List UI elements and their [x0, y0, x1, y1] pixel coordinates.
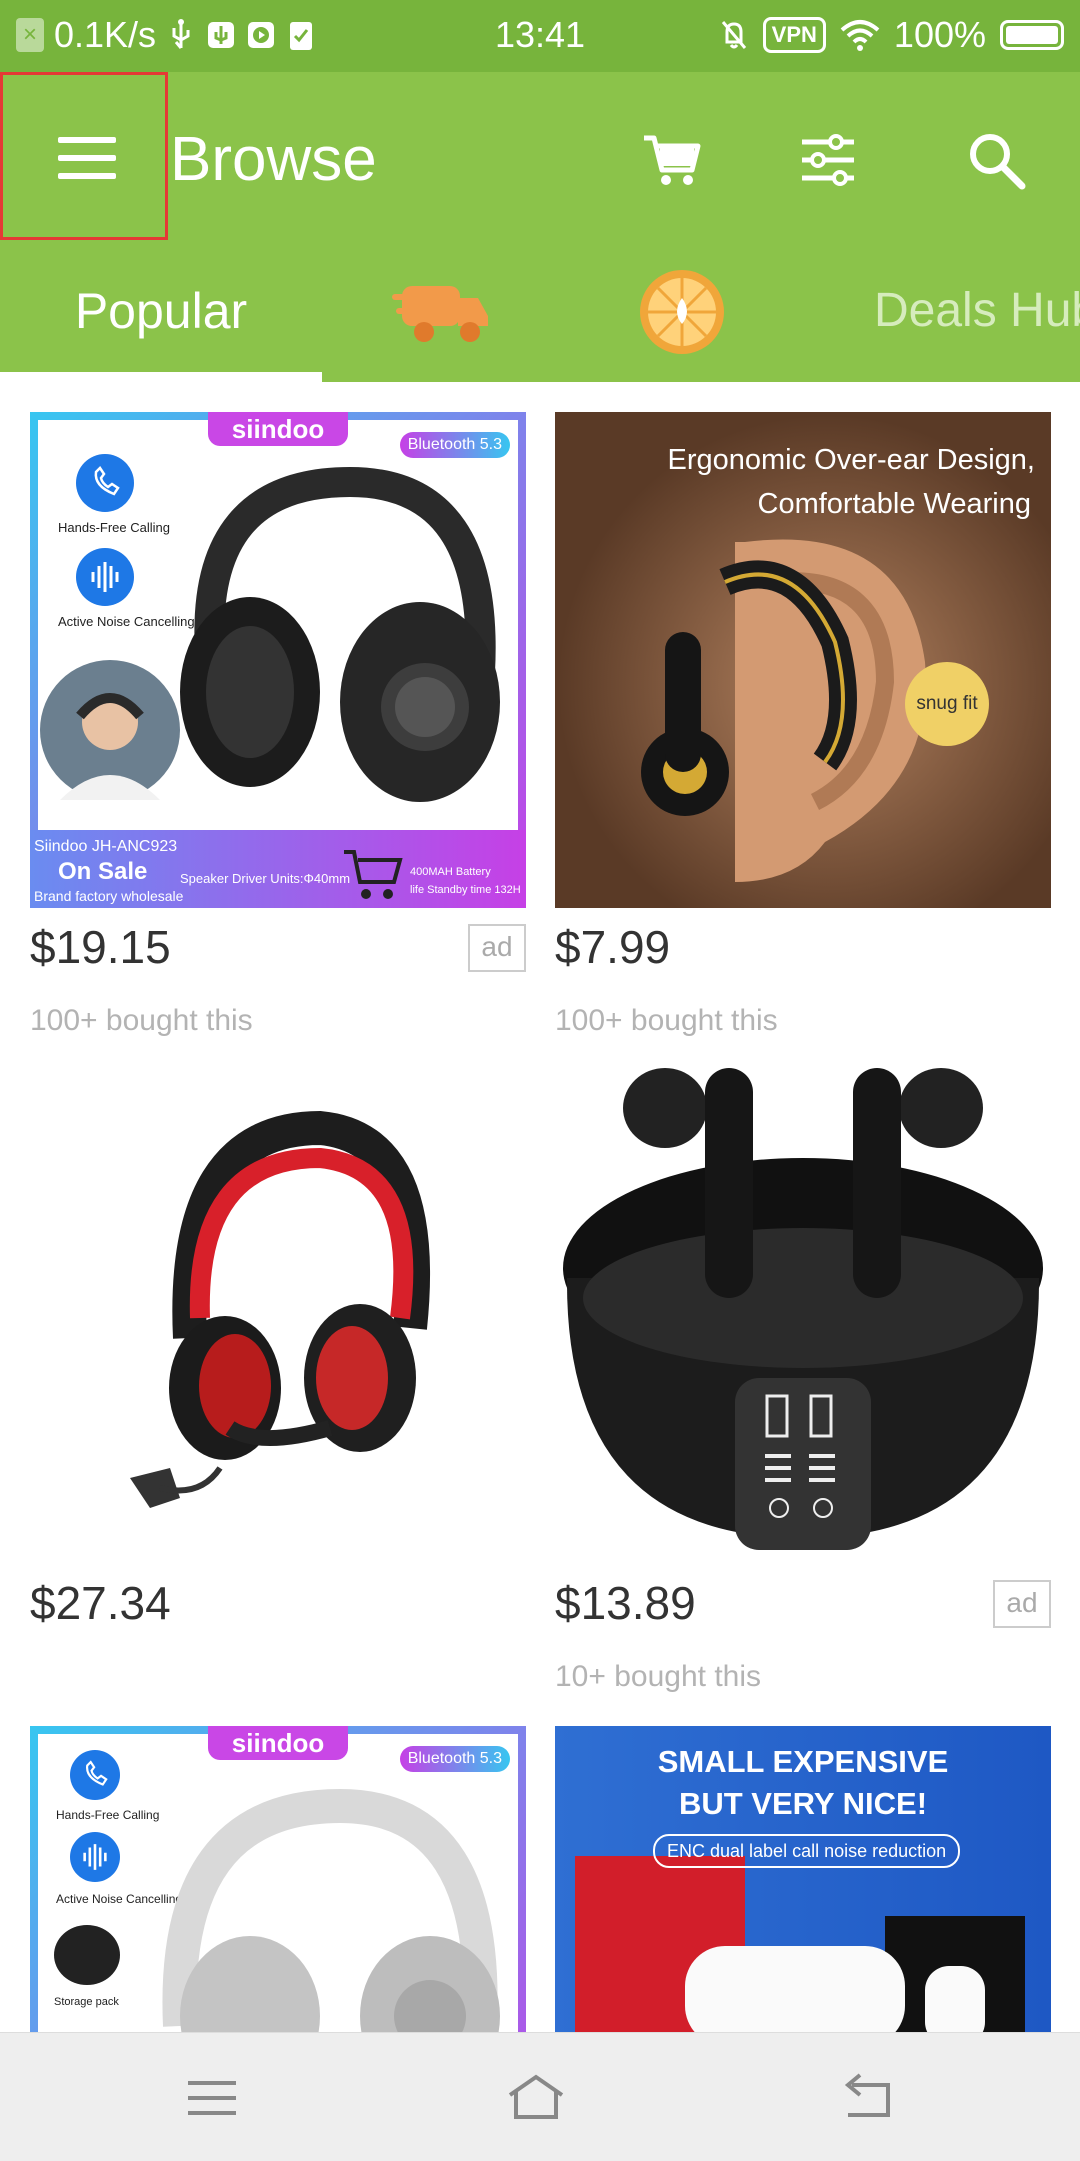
storage-pack-icon	[54, 1925, 120, 1985]
battery-percent: 100%	[893, 14, 986, 55]
feature-pill: ENC dual label call noise reduction	[653, 1834, 961, 1868]
product-image[interactable]	[30, 1068, 526, 1564]
product-image[interactable]	[555, 1068, 1051, 1564]
brand-badge: siindoo	[208, 1726, 348, 1760]
earbuds-case-illustration	[685, 1916, 1025, 2032]
feature-label: Hands-Free Calling	[58, 520, 170, 535]
product-image[interactable]: siindoo Bluetooth 5.3 Hands-Free Calling…	[30, 1726, 526, 2032]
product-image[interactable]: SMALL EXPENSIVE BUT VERY NICE! ENC dual …	[555, 1726, 1051, 2032]
noise-cancel-icon	[70, 1832, 120, 1882]
product-image[interactable]: Ergonomic Over-ear Design, Comfortable W…	[555, 412, 1051, 908]
menu-icon	[58, 137, 116, 143]
brand-badge: siindoo	[208, 412, 348, 446]
tab-popular[interactable]: Popular	[0, 240, 322, 382]
wifi-icon	[840, 20, 880, 51]
noise-cancel-icon	[76, 548, 134, 606]
sale-label: On Sale	[58, 858, 148, 885]
product-card[interactable]: siindoo Bluetooth 5.3 Hands-Free Calling…	[30, 412, 526, 1037]
filter-icon[interactable]	[796, 128, 860, 192]
standby-label: life Standby time 132H	[410, 884, 521, 896]
battery-icon	[1000, 20, 1064, 50]
vpn-badge: VPN	[762, 17, 826, 53]
category-tabs: Popular Deals Hub	[0, 240, 1080, 382]
product-price: $27.34	[30, 1577, 171, 1629]
product-price: $13.89	[555, 1577, 696, 1629]
cart-graphic-icon	[344, 850, 403, 899]
tab-indicator	[0, 372, 322, 382]
product-card[interactable]: SMALL EXPENSIVE BUT VERY NICE! ENC dual …	[555, 1726, 1051, 2032]
shipping-truck-icon[interactable]	[392, 276, 492, 348]
product-price: $7.99	[555, 921, 671, 973]
home-icon[interactable]	[506, 2071, 566, 2125]
menu-icon-bar	[58, 173, 116, 179]
menu-button[interactable]	[0, 72, 168, 240]
ad-badge: ad	[468, 924, 526, 972]
product-card[interactable]: Ergonomic Over-ear Design, Comfortable W…	[555, 412, 1051, 1037]
status-bar: × 0.1K/s 13:41 VPN 100%	[0, 0, 1080, 72]
product-card[interactable]: siindoo Bluetooth 5.3 Hands-Free Calling…	[30, 1726, 526, 2032]
bell-mute-icon	[721, 21, 746, 49]
snug-fit-badge: snug fit	[905, 662, 989, 746]
product-price: $19.15	[30, 921, 171, 973]
search-icon[interactable]	[964, 128, 1028, 192]
storage-label: Storage pack	[54, 1996, 119, 2008]
phone-icon	[70, 1750, 120, 1800]
phone-icon	[76, 454, 134, 512]
bought-count: 100+ bought this	[555, 1004, 778, 1037]
driver-label: Speaker Driver Units:Φ40mm	[180, 871, 351, 886]
menu-icon-bar	[58, 155, 116, 161]
product-image[interactable]: siindoo Bluetooth 5.3 Hands-Free Calling…	[30, 412, 526, 908]
battery-label: 400MAH Battery	[410, 866, 491, 878]
model-label: Siindoo JH-ANC923	[34, 838, 178, 855]
ad-badge: ad	[993, 1580, 1051, 1628]
page-title: Browse	[170, 125, 377, 194]
cart-icon[interactable]	[640, 128, 704, 192]
product-card[interactable]: $27.34	[30, 1068, 526, 1629]
headline-text: Comfortable Wearing	[757, 488, 1031, 520]
silver-headphones-illustration	[162, 1788, 500, 2032]
product-card[interactable]: $13.89 ad 10+ bought this	[555, 1068, 1051, 1693]
promo-line: SMALL EXPENSIVE	[657, 1744, 949, 1779]
app-bar: Browse	[0, 72, 1080, 240]
system-nav-bar	[0, 2032, 1080, 2161]
bought-count: 10+ bought this	[555, 1660, 762, 1693]
coin-icon[interactable]	[638, 268, 726, 356]
recent-apps-icon[interactable]	[182, 2071, 242, 2125]
tab-deals-hub[interactable]: Deals Hub	[874, 240, 1080, 382]
wholesale-label: Brand factory wholesale	[34, 888, 184, 904]
headphones-illustration	[180, 466, 500, 802]
gaming-headset-illustration	[130, 1110, 431, 1508]
bought-count: 100+ bought this	[30, 1004, 253, 1037]
headline-text: Ergonomic Over-ear Design,	[667, 444, 1035, 476]
model-photo	[40, 660, 180, 800]
earbuds-case-illustration	[563, 1068, 1043, 1550]
back-icon[interactable]	[838, 2071, 898, 2125]
promo-line: BUT VERY NICE!	[678, 1786, 928, 1821]
